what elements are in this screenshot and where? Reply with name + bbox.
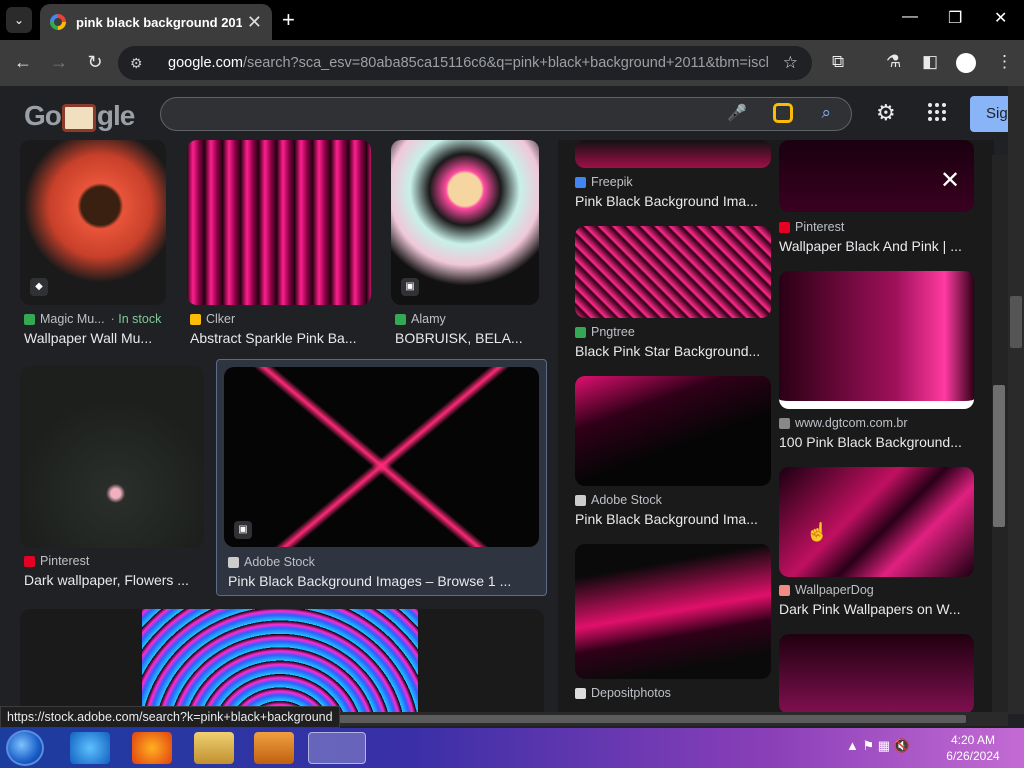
result-thumbnail-dark-flower[interactable]	[20, 366, 204, 548]
image-results-area: ◆ Magic Mu... · In stock Wallpaper Wall M…	[0, 140, 1010, 714]
result-thumbnail-wave-frame[interactable]	[20, 609, 544, 714]
microphone-icon[interactable]: 🎤	[727, 103, 747, 123]
result-source[interactable]: Pngtree	[575, 325, 635, 339]
result-source[interactable]: Pinterest	[779, 220, 844, 234]
image-badge-icon: ▣	[401, 278, 419, 296]
source-favicon-icon	[190, 313, 201, 325]
source-favicon-icon	[779, 221, 790, 233]
result-source[interactable]: WallpaperDog	[779, 583, 874, 597]
source-favicon-icon	[575, 176, 586, 188]
result-source[interactable]: www.dgtcom.com.br	[779, 416, 908, 430]
source-favicon-icon	[228, 556, 239, 568]
system-tray-icons[interactable]: ▲ ⚑ ▦ 🔇	[846, 738, 910, 754]
result-caption[interactable]: Wallpaper Wall Mu...	[24, 330, 164, 346]
result-caption[interactable]: Dark Pink Wallpapers on W...	[779, 601, 969, 617]
result-thumbnail-sparkle-curtain[interactable]	[187, 140, 371, 305]
back-icon[interactable]: ←	[12, 52, 34, 73]
labs-flask-icon[interactable]: ⚗	[886, 52, 901, 72]
search-icon[interactable]: ⌕	[821, 103, 831, 123]
firefox-icon[interactable]	[132, 732, 172, 764]
panel-thumbnail[interactable]	[575, 226, 771, 318]
image-preview-panel: Freepik Pink Black Background Ima... Pin…	[558, 140, 994, 714]
address-bar[interactable]: ⚙ google.com/search?sca_esv=80aba85ca151…	[118, 46, 812, 80]
panel-scrollbar[interactable]	[992, 155, 1008, 713]
result-caption[interactable]: Pink Black Background Ima...	[575, 193, 765, 209]
settings-gear-icon[interactable]: ⚙	[876, 100, 896, 126]
panel-thumbnail[interactable]	[575, 544, 771, 679]
status-bar-url: https://stock.adobe.com/search?k=pink+bl…	[0, 706, 340, 728]
site-info-icon[interactable]: ⚙	[130, 55, 150, 72]
chrome-taskbar-icon[interactable]	[308, 732, 366, 764]
result-thumbnail-minnie-balloon[interactable]: ▣	[391, 140, 539, 305]
result-caption[interactable]: Black Pink Star Background...	[575, 343, 765, 359]
side-panel-icon[interactable]: ◧	[922, 52, 938, 72]
panel-thumbnail[interactable]	[779, 634, 974, 714]
close-panel-icon[interactable]: ✕	[940, 166, 960, 195]
result-source[interactable]: Adobe Stock	[575, 493, 662, 507]
panel-thumbnail[interactable]	[575, 140, 771, 168]
active-tab[interactable]: pink black background 2011 - ✕	[40, 4, 272, 40]
google-favicon-icon	[50, 14, 66, 30]
window-close-icon[interactable]: ✕	[994, 8, 1007, 28]
result-caption[interactable]: Wallpaper Black And Pink | ...	[779, 238, 969, 254]
extensions-icon[interactable]: ⧉	[832, 52, 844, 72]
result-caption[interactable]: Pink Black Background Ima...	[575, 511, 765, 527]
internet-explorer-icon[interactable]	[70, 732, 110, 764]
source-favicon-icon	[575, 326, 586, 338]
product-tag-icon: ◆	[30, 278, 48, 296]
image-badge-icon: ▣	[234, 521, 252, 539]
tab-strip: ⌄ pink black background 2011 - ✕ + — ❐ ✕	[0, 0, 1024, 40]
tab-title: pink black background 2011 -	[76, 14, 242, 30]
google-header: Go gle 🎤 ⌕ ⚙ Sig	[0, 86, 1024, 140]
mouse-pointer-icon: ☝	[806, 522, 829, 542]
forward-icon[interactable]: →	[48, 52, 70, 73]
panel-thumbnail[interactable]	[575, 376, 771, 486]
source-favicon-icon	[395, 313, 406, 325]
windows-taskbar: ▲ ⚑ ▦ 🔇 4:20 AM 6/26/2024	[0, 728, 1024, 768]
source-favicon-icon	[779, 584, 790, 596]
result-caption[interactable]: Pink Black Background Images – Browse 1 …	[228, 573, 538, 589]
file-explorer-icon[interactable]	[194, 732, 234, 764]
browser-menu-icon[interactable]: ⋮	[996, 52, 1013, 72]
reload-icon[interactable]: ↻	[84, 52, 106, 73]
google-doodle-logo[interactable]: Go gle	[24, 100, 135, 132]
result-caption[interactable]: BOBRUISK, BELA...	[395, 330, 535, 346]
media-player-icon[interactable]	[254, 732, 294, 764]
new-tab-button[interactable]: +	[282, 7, 295, 33]
result-source[interactable]: Adobe Stock	[228, 555, 315, 569]
result-source[interactable]: Pinterest	[24, 554, 89, 568]
url-text[interactable]: google.com/search?sca_esv=80aba85ca15116…	[168, 55, 768, 71]
page-scrollbar[interactable]	[1008, 86, 1024, 714]
result-source[interactable]: Freepik	[575, 175, 633, 189]
result-caption[interactable]: Abstract Sparkle Pink Ba...	[190, 330, 366, 346]
clock[interactable]: 4:20 AM 6/26/2024	[938, 732, 1008, 764]
result-source[interactable]: Depositphotos	[575, 686, 671, 700]
source-favicon-icon	[575, 687, 586, 699]
start-button[interactable]	[6, 730, 44, 766]
result-caption[interactable]: Dark wallpaper, Flowers ...	[24, 572, 200, 588]
google-apps-icon[interactable]	[928, 103, 946, 121]
result-thumbnail-pink-lines[interactable]: ▣	[224, 367, 539, 547]
tab-close-icon[interactable]: ✕	[247, 12, 262, 33]
navigation-bar: ← → ↻ ⚙ google.com/search?sca_esv=80aba8…	[0, 40, 1024, 86]
result-source[interactable]: Magic Mu... · In stock	[24, 312, 161, 326]
result-source[interactable]: Alamy	[395, 312, 446, 326]
restore-icon[interactable]: ❐	[948, 8, 962, 28]
neon-wave-image	[142, 609, 418, 714]
result-source[interactable]: Clker	[190, 312, 235, 326]
google-lens-icon[interactable]	[773, 103, 793, 123]
bookmark-star-icon[interactable]: ☆	[783, 53, 798, 73]
result-caption[interactable]: 100 Pink Black Background...	[779, 434, 969, 450]
selected-result-card[interactable]: ▣ Adobe Stock Pink Black Background Imag…	[216, 359, 547, 596]
result-thumbnail-sunflower[interactable]: ◆	[20, 140, 166, 305]
source-favicon-icon	[24, 555, 35, 567]
source-favicon-icon	[575, 494, 586, 506]
source-favicon-icon	[24, 313, 35, 325]
minimize-icon[interactable]: —	[902, 8, 918, 26]
panel-thumbnail[interactable]	[779, 271, 974, 409]
tab-search-button[interactable]: ⌄	[6, 7, 32, 33]
profile-avatar-icon[interactable]	[956, 53, 976, 73]
source-favicon-icon	[779, 417, 790, 429]
search-input[interactable]: 🎤 ⌕	[160, 97, 852, 131]
